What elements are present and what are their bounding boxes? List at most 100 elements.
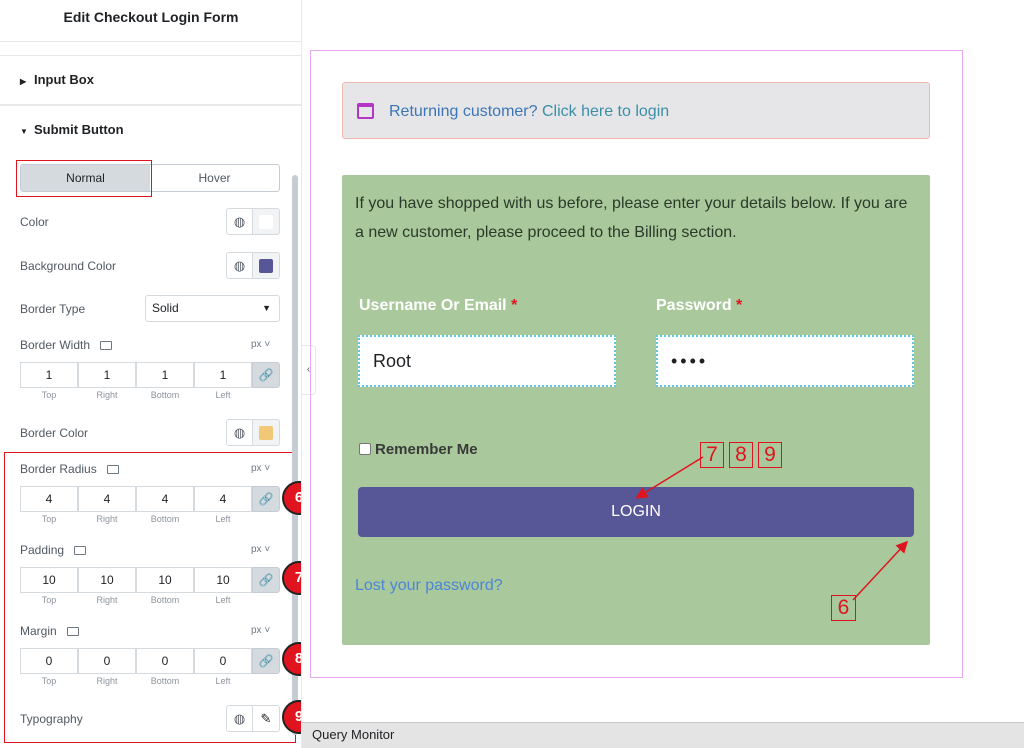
unit-value: px bbox=[251, 463, 262, 474]
color-swatch bbox=[259, 215, 273, 229]
link-icon[interactable]: 🔗 bbox=[252, 486, 280, 512]
login-link[interactable]: Click here to login bbox=[542, 103, 669, 120]
section-input-box[interactable]: ▶ Input Box bbox=[0, 55, 301, 105]
username-label-wrap: Username Or Email * bbox=[359, 297, 517, 315]
dim-bottom-input[interactable]: 4 bbox=[136, 486, 194, 512]
notice-text: Returning customer? bbox=[389, 103, 538, 120]
remember-label: Remember Me bbox=[375, 441, 478, 458]
section-label: Submit Button bbox=[34, 122, 124, 137]
border-color-label: Border Color bbox=[20, 426, 89, 440]
color-label: Color bbox=[20, 215, 49, 229]
dim-top-input[interactable]: 10 bbox=[20, 567, 78, 593]
unit-value: px bbox=[251, 625, 262, 636]
returning-customer-notice: Returning customer? Click here to login bbox=[342, 82, 930, 139]
unit-select[interactable]: px ˅ bbox=[251, 339, 270, 350]
desktop-icon[interactable] bbox=[100, 341, 113, 351]
dim-label: Left bbox=[215, 676, 231, 686]
border-type-value: Solid bbox=[152, 301, 179, 315]
required-mark: * bbox=[511, 297, 518, 314]
padding-label-wrap: Padding bbox=[20, 543, 87, 557]
dim-right-input[interactable]: 1 bbox=[78, 362, 136, 388]
desktop-icon[interactable] bbox=[74, 546, 87, 556]
color-picker[interactable] bbox=[253, 208, 280, 235]
dim-top-input[interactable]: 4 bbox=[20, 486, 78, 512]
window-icon bbox=[357, 103, 374, 119]
dim-label: Bottom bbox=[150, 595, 180, 605]
notice-text-wrap: Returning customer? Click here to login bbox=[389, 103, 669, 121]
unit-select[interactable]: px ˅ bbox=[251, 544, 270, 555]
dim-top-input[interactable]: 0 bbox=[20, 648, 78, 674]
dim-label: Right bbox=[96, 676, 118, 686]
caret-right-icon: ▶ bbox=[20, 77, 27, 86]
dim-bottom-input[interactable]: 10 bbox=[136, 567, 194, 593]
password-label: Password bbox=[656, 297, 732, 314]
dim-right-input[interactable]: 0 bbox=[78, 648, 136, 674]
query-monitor-bar[interactable]: Query Monitor bbox=[302, 722, 1024, 748]
remember-checkbox[interactable] bbox=[359, 443, 371, 455]
unit-value: px bbox=[251, 339, 262, 350]
lost-password-link[interactable]: Lost your password? bbox=[355, 577, 503, 595]
dim-right-input[interactable]: 4 bbox=[78, 486, 136, 512]
login-button[interactable]: LOGIN bbox=[358, 487, 914, 537]
padding-dimensions: 10 10 10 10 🔗 Top Right Bottom Left bbox=[20, 567, 280, 605]
dim-label: Bottom bbox=[150, 514, 180, 524]
dim-bottom-input[interactable]: 1 bbox=[136, 362, 194, 388]
dim-right-input[interactable]: 10 bbox=[78, 567, 136, 593]
globe-icon[interactable]: ◍ bbox=[226, 419, 253, 446]
section-submit-button[interactable]: ▼ Submit Button bbox=[0, 105, 301, 155]
desktop-icon[interactable] bbox=[106, 465, 119, 475]
callout-9: 9 bbox=[758, 442, 782, 468]
password-input[interactable]: •••• bbox=[656, 335, 914, 387]
dim-label: Left bbox=[215, 514, 231, 524]
padding-label: Padding bbox=[20, 543, 65, 557]
background-color-label: Background Color bbox=[20, 259, 117, 273]
username-label: Username Or Email bbox=[359, 297, 507, 314]
border-width-dimensions: 1 1 1 1 🔗 Top Right Bottom Left bbox=[20, 362, 280, 400]
section-label: Input Box bbox=[34, 72, 94, 87]
tab-hover[interactable]: Hover bbox=[150, 165, 279, 191]
link-icon[interactable]: 🔗 bbox=[252, 362, 280, 388]
chevron-down-icon: ▼ bbox=[262, 303, 271, 313]
border-radius-dimensions: 4 4 4 4 🔗 Top Right Bottom Left bbox=[20, 486, 280, 524]
dim-left-input[interactable]: 10 bbox=[194, 567, 252, 593]
caret-down-icon: ▼ bbox=[20, 127, 28, 136]
margin-label-wrap: Margin bbox=[20, 624, 79, 638]
dim-top-input[interactable]: 1 bbox=[20, 362, 78, 388]
password-label-wrap: Password * bbox=[656, 297, 742, 315]
dim-label: Top bbox=[41, 595, 57, 605]
border-type-select[interactable]: Solid ▼ bbox=[145, 295, 280, 322]
username-input[interactable]: Root bbox=[358, 335, 616, 387]
required-mark: * bbox=[736, 297, 743, 314]
panel-title: Edit Checkout Login Form bbox=[0, 0, 301, 42]
dim-label: Top bbox=[41, 390, 57, 400]
unit-select[interactable]: px ˅ bbox=[251, 463, 270, 474]
dim-left-input[interactable]: 1 bbox=[194, 362, 252, 388]
dim-label: Top bbox=[41, 676, 57, 686]
dim-left-input[interactable]: 0 bbox=[194, 648, 252, 674]
background-color-picker[interactable] bbox=[253, 252, 280, 279]
link-icon[interactable]: 🔗 bbox=[252, 567, 280, 593]
desktop-icon[interactable] bbox=[66, 627, 79, 637]
globe-icon[interactable]: ◍ bbox=[226, 705, 253, 732]
border-width-label: Border Width bbox=[20, 338, 91, 352]
dim-bottom-input[interactable]: 0 bbox=[136, 648, 194, 674]
editor-panel: Edit Checkout Login Form ▶ Input Box ▼ Sub… bbox=[0, 0, 302, 748]
dim-left-input[interactable]: 4 bbox=[194, 486, 252, 512]
callout-8: 8 bbox=[729, 442, 753, 468]
dim-label: Top bbox=[41, 514, 57, 524]
pencil-icon[interactable]: ✎ bbox=[253, 705, 280, 732]
unit-select[interactable]: px ˅ bbox=[251, 625, 270, 636]
border-color-picker[interactable] bbox=[253, 419, 280, 446]
globe-icon[interactable]: ◍ bbox=[226, 252, 253, 279]
typography-label: Typography bbox=[20, 712, 83, 726]
unit-value: px bbox=[251, 544, 262, 555]
border-type-label: Border Type bbox=[20, 302, 86, 316]
background-color-swatch bbox=[259, 259, 273, 273]
globe-icon[interactable]: ◍ bbox=[226, 208, 253, 235]
dim-label: Bottom bbox=[150, 390, 180, 400]
dim-label: Left bbox=[215, 390, 231, 400]
login-form: If you have shopped with us before, plea… bbox=[342, 175, 930, 645]
link-icon[interactable]: 🔗 bbox=[252, 648, 280, 674]
remember-me[interactable]: Remember Me bbox=[359, 441, 478, 458]
margin-label: Margin bbox=[20, 624, 57, 638]
